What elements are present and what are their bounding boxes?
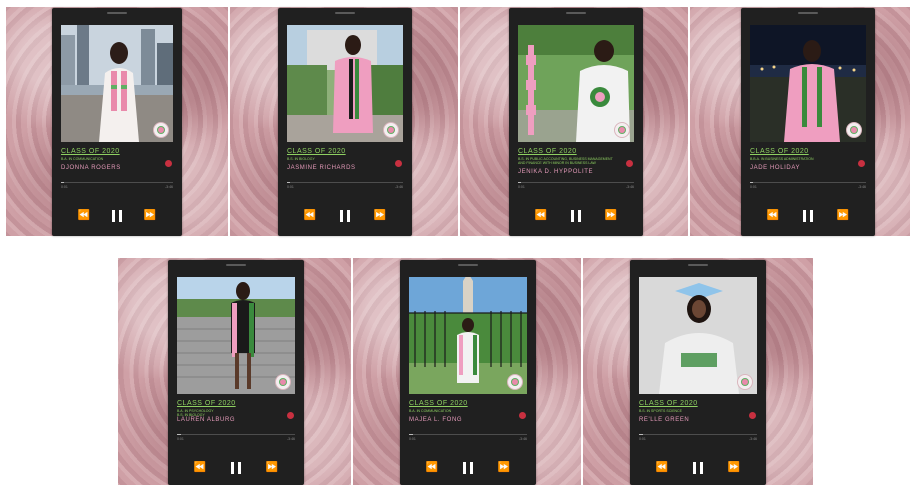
- degree-label: B.A. IN COMMUNICATION: [409, 409, 452, 413]
- progress-bar[interactable]: [639, 434, 757, 435]
- next-track-icon[interactable]: ⏩: [264, 460, 280, 476]
- time-remaining: -3:46: [395, 185, 403, 189]
- time-remaining: -3:46: [519, 437, 527, 441]
- pause-icon[interactable]: [693, 462, 703, 474]
- graduate-name: DJONNA ROGERS: [61, 165, 121, 171]
- progress-bar[interactable]: [409, 434, 527, 435]
- time-remaining: -3:46: [165, 185, 173, 189]
- graduate-player-card: CLASS OF 2020 B.S. IN PUBLIC ACCOUNTING,…: [509, 8, 643, 236]
- pause-icon[interactable]: [463, 462, 473, 474]
- time-elapsed: 0:01: [750, 185, 757, 189]
- graduate-player-card: CLASS OF 2020 B.S. IN SPORTS SCIENCE RE'…: [630, 260, 766, 485]
- time-elapsed: 0:01: [61, 185, 68, 189]
- time-elapsed: 0:01: [287, 185, 294, 189]
- next-track-icon[interactable]: ⏩: [142, 208, 158, 224]
- record-icon[interactable]: [287, 412, 294, 419]
- pause-icon[interactable]: [112, 210, 122, 222]
- previous-track-icon[interactable]: ⏪: [424, 460, 440, 476]
- pause-icon[interactable]: [803, 210, 813, 222]
- graduate-name: JADE HOLIDAY: [750, 165, 801, 171]
- speaker-notch: [458, 264, 478, 266]
- progress-bar[interactable]: [518, 182, 634, 183]
- progress-bar[interactable]: [177, 434, 295, 435]
- graduate-player-card: CLASS OF 2020 B.S. IN BIOLOGY JASMINE RI…: [278, 8, 412, 236]
- graduate-name: JENIKA D. HYPPOLITE: [518, 169, 594, 175]
- graduate-name: JASMINE RICHARDS: [287, 165, 356, 171]
- previous-track-icon[interactable]: ⏪: [533, 208, 549, 224]
- graduate-photo: [177, 277, 295, 394]
- class-year-label: CLASS OF 2020: [750, 148, 809, 155]
- next-track-icon[interactable]: ⏩: [496, 460, 512, 476]
- class-year-label: CLASS OF 2020: [409, 400, 468, 407]
- graduate-photo: [750, 25, 866, 142]
- sorority-crest-icon: [507, 374, 523, 390]
- graduate-photo: [518, 25, 634, 142]
- graduate-player-card: CLASS OF 2020 B.A. IN COMMUNICATION DJON…: [52, 8, 182, 236]
- time-remaining: -3:46: [287, 437, 295, 441]
- degree-label: B.A. IN COMMUNICATION: [61, 157, 104, 161]
- graduate-name: RE'LLE GREEN: [639, 417, 690, 423]
- sorority-crest-icon: [153, 122, 169, 138]
- previous-track-icon[interactable]: ⏪: [192, 460, 208, 476]
- previous-track-icon[interactable]: ⏪: [302, 208, 318, 224]
- progress-bar[interactable]: [61, 182, 173, 183]
- graduate-player-card: CLASS OF 2020 B.B.A. IN BUSINESS ADMINIS…: [741, 8, 875, 236]
- time-remaining: -3:46: [749, 437, 757, 441]
- sorority-crest-icon: [383, 122, 399, 138]
- class-year-label: CLASS OF 2020: [177, 400, 236, 407]
- time-elapsed: 0:01: [639, 437, 646, 441]
- graduate-photo: [61, 25, 173, 142]
- time-elapsed: 0:01: [177, 437, 184, 441]
- next-track-icon[interactable]: ⏩: [835, 208, 851, 224]
- degree-label: B.S. IN PUBLIC ACCOUNTING, BUSINESS MANA…: [518, 157, 613, 165]
- time-remaining: -3:46: [626, 185, 634, 189]
- degree-label: B.S. IN SPORTS SCIENCE: [639, 409, 682, 413]
- previous-track-icon[interactable]: ⏪: [76, 208, 92, 224]
- degree-label: B.B.A. IN BUSINESS ADMINISTRATION: [750, 157, 814, 161]
- speaker-notch: [688, 264, 708, 266]
- record-icon[interactable]: [626, 160, 633, 167]
- graduate-player-card: CLASS OF 2020 B.A. IN COMMUNICATION MAJE…: [400, 260, 536, 485]
- pause-icon[interactable]: [340, 210, 350, 222]
- sorority-crest-icon: [846, 122, 862, 138]
- next-track-icon[interactable]: ⏩: [603, 208, 619, 224]
- graduate-name: MAJEA L. FONG: [409, 417, 463, 423]
- graduate-player-card: CLASS OF 2020 B.A. IN PSYCHOLOGY B.S. IN…: [168, 260, 304, 485]
- next-track-icon[interactable]: ⏩: [372, 208, 388, 224]
- class-year-label: CLASS OF 2020: [518, 148, 577, 155]
- record-icon[interactable]: [858, 160, 865, 167]
- sorority-crest-icon: [737, 374, 753, 390]
- record-icon[interactable]: [749, 412, 756, 419]
- time-elapsed: 0:01: [518, 185, 525, 189]
- record-icon[interactable]: [519, 412, 526, 419]
- pause-icon[interactable]: [231, 462, 241, 474]
- speaker-notch: [798, 12, 818, 14]
- time-remaining: -3:46: [858, 185, 866, 189]
- sorority-crest-icon: [275, 374, 291, 390]
- speaker-notch: [566, 12, 586, 14]
- sorority-crest-icon: [614, 122, 630, 138]
- degree-label: B.A. IN PSYCHOLOGY B.S. IN BIOLOGY: [177, 409, 214, 417]
- graduate-photo: [409, 277, 527, 394]
- record-icon[interactable]: [165, 160, 172, 167]
- speaker-notch: [107, 12, 127, 14]
- pause-icon[interactable]: [571, 210, 581, 222]
- class-year-label: CLASS OF 2020: [287, 148, 346, 155]
- time-elapsed: 0:01: [409, 437, 416, 441]
- progress-bar[interactable]: [750, 182, 866, 183]
- graduate-name: LAUREN ALBURG: [177, 417, 236, 423]
- graduate-photo: [639, 277, 757, 394]
- progress-bar[interactable]: [287, 182, 403, 183]
- speaker-notch: [226, 264, 246, 266]
- next-track-icon[interactable]: ⏩: [726, 460, 742, 476]
- graduate-photo: [287, 25, 403, 142]
- record-icon[interactable]: [395, 160, 402, 167]
- class-year-label: CLASS OF 2020: [639, 400, 698, 407]
- previous-track-icon[interactable]: ⏪: [654, 460, 670, 476]
- speaker-notch: [335, 12, 355, 14]
- class-year-label: CLASS OF 2020: [61, 148, 120, 155]
- degree-label: B.S. IN BIOLOGY: [287, 157, 315, 161]
- previous-track-icon[interactable]: ⏪: [765, 208, 781, 224]
